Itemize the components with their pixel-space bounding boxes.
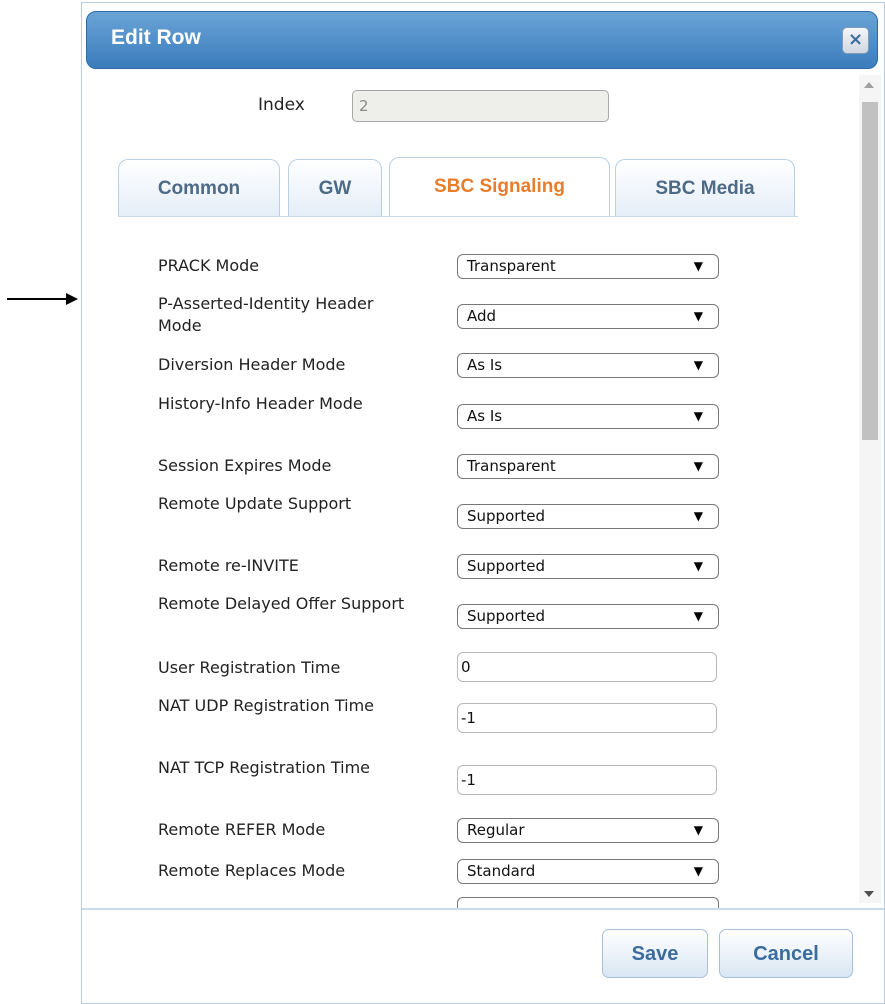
remote-reinvite-select[interactable]: Supported ▼ <box>457 554 719 579</box>
field-label: User Registration Time <box>158 658 341 677</box>
field-label: Remote Replaces Mode <box>158 861 346 880</box>
tab-common[interactable]: Common <box>118 159 280 216</box>
select-value: Transparent <box>467 457 556 475</box>
index-label: Index <box>258 95 305 115</box>
field-label: History-Info Header Mode <box>158 394 363 413</box>
field-label: P-Asserted-Identity Header Mode <box>158 294 374 335</box>
select-value: Supported <box>467 507 546 525</box>
arrow-line <box>7 298 69 300</box>
chevron-down-icon: ▼ <box>693 609 703 623</box>
tab-bar: Common GW SBC Signaling SBC Media <box>118 157 796 217</box>
index-input[interactable] <box>352 90 609 122</box>
remote-refer-select[interactable]: Regular ▼ <box>457 818 719 843</box>
field-label: Remote Update Support <box>158 494 352 513</box>
select-value: As Is <box>467 407 503 425</box>
remote-replaces-select[interactable]: Standard ▼ <box>457 859 719 884</box>
close-icon[interactable]: × <box>842 27 869 54</box>
next-field-select-partial[interactable] <box>457 897 719 908</box>
dialog-content: Index Common GW SBC Signaling SBC Media … <box>82 73 852 908</box>
scroll-up-icon[interactable] <box>864 82 874 88</box>
chevron-down-icon: ▼ <box>693 459 703 473</box>
field-label: NAT TCP Registration Time <box>158 758 370 777</box>
session-expires-select[interactable]: Transparent ▼ <box>457 454 719 479</box>
select-value: Supported <box>467 557 546 575</box>
select-value: Supported <box>467 607 546 625</box>
footer-divider <box>82 908 884 910</box>
tab-sbc-signaling[interactable]: SBC Signaling <box>389 157 610 217</box>
select-value: Transparent <box>467 257 556 275</box>
select-value: As Is <box>467 356 503 374</box>
remote-update-select[interactable]: Supported ▼ <box>457 504 719 529</box>
nat-tcp-registration-time-input[interactable]: -1 <box>457 765 717 795</box>
vertical-scrollbar[interactable] <box>859 75 881 903</box>
dialog-title: Edit Row <box>111 26 201 49</box>
chevron-down-icon: ▼ <box>693 864 703 878</box>
arrow-head-icon <box>66 293 78 305</box>
chevron-down-icon: ▼ <box>693 259 703 273</box>
field-label: Remote Delayed Offer Support <box>158 594 405 613</box>
select-value: Add <box>467 307 497 325</box>
select-value: Standard <box>467 862 536 880</box>
field-label: Session Expires Mode <box>158 456 332 475</box>
select-value: Regular <box>467 821 525 839</box>
history-info-select[interactable]: As Is ▼ <box>457 404 719 429</box>
diversion-header-select[interactable]: As Is ▼ <box>457 353 719 378</box>
prack-mode-select[interactable]: Transparent ▼ <box>457 254 719 279</box>
chevron-down-icon: ▼ <box>693 358 703 372</box>
edit-row-dialog: Edit Row × Index Common GW SBC Signaling… <box>81 2 885 1004</box>
chevron-down-icon: ▼ <box>693 559 703 573</box>
remote-delayed-offer-select[interactable]: Supported ▼ <box>457 604 719 629</box>
field-label: NAT UDP Registration Time <box>158 696 375 715</box>
nat-udp-registration-time-input[interactable]: -1 <box>457 703 717 733</box>
tab-sbc-media[interactable]: SBC Media <box>615 159 795 216</box>
scroll-down-icon[interactable] <box>864 891 874 897</box>
user-registration-time-input[interactable]: 0 <box>457 652 717 682</box>
scroll-thumb[interactable] <box>862 102 878 440</box>
tab-gw[interactable]: GW <box>288 159 382 216</box>
field-label: PRACK Mode <box>158 256 260 275</box>
field-label: Remote REFER Mode <box>158 820 326 839</box>
chevron-down-icon: ▼ <box>693 509 703 523</box>
field-label: Diversion Header Mode <box>158 355 346 374</box>
p-asserted-identity-select[interactable]: Add ▼ <box>457 304 719 329</box>
field-label: Remote re-INVITE <box>158 556 299 575</box>
save-button[interactable]: Save <box>602 929 708 978</box>
dialog-titlebar: Edit Row × <box>86 11 878 69</box>
chevron-down-icon: ▼ <box>693 823 703 837</box>
tab-underline <box>118 216 798 217</box>
chevron-down-icon: ▼ <box>693 309 703 323</box>
cancel-button[interactable]: Cancel <box>719 929 853 978</box>
chevron-down-icon: ▼ <box>693 409 703 423</box>
